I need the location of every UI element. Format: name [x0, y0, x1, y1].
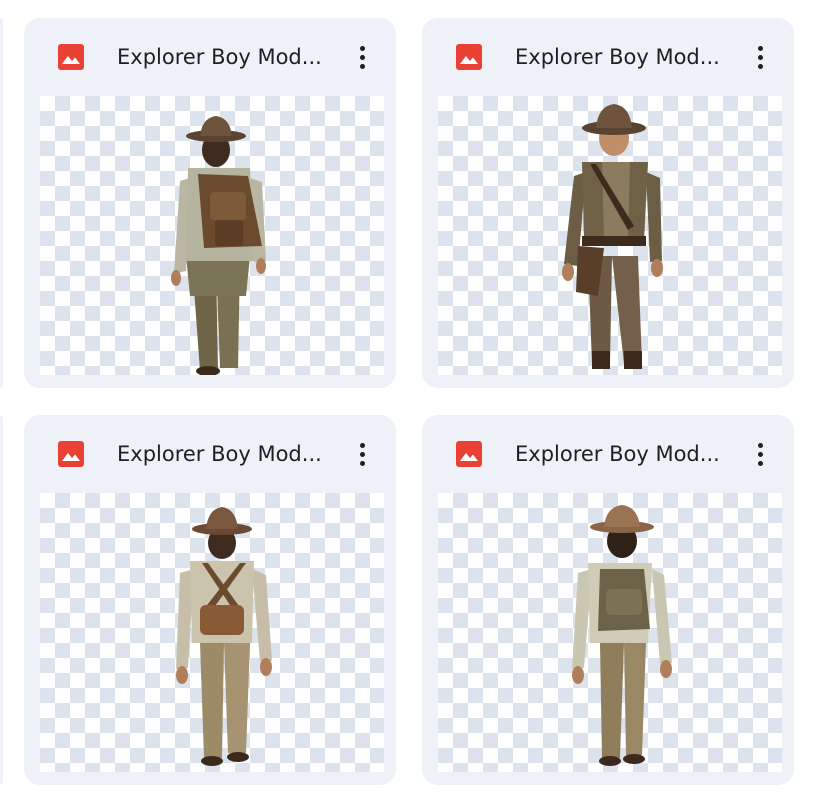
- file-name[interactable]: Explorer Boy Mod...: [117, 44, 327, 70]
- file-card-header[interactable]: Explorer Boy Mod...: [422, 18, 794, 96]
- explorer-boy-back-with-backpack-image: [171, 116, 266, 375]
- file-card[interactable]: Explorer Boy Mod...: [24, 18, 396, 388]
- more-options-icon[interactable]: [350, 42, 374, 72]
- file-card[interactable]: Explorer Boy Mod...: [24, 415, 396, 785]
- explorer-boy-back-walking-backpack-image: [572, 505, 672, 766]
- file-card[interactable]: Explorer Boy Mod...: [422, 18, 794, 388]
- more-options-icon[interactable]: [748, 42, 772, 72]
- partial-card-edge: [0, 18, 3, 388]
- image-file-icon: [58, 44, 84, 70]
- file-card[interactable]: Explorer Boy Mod...: [422, 415, 794, 785]
- more-options-icon[interactable]: [350, 439, 374, 469]
- file-name[interactable]: Explorer Boy Mod...: [117, 441, 327, 467]
- file-name[interactable]: Explorer Boy Mod...: [515, 44, 725, 70]
- file-thumbnail[interactable]: [40, 96, 384, 375]
- file-card-header[interactable]: Explorer Boy Mod...: [24, 18, 396, 96]
- more-options-icon[interactable]: [748, 439, 772, 469]
- partial-card-edge: [0, 415, 3, 785]
- file-thumbnail[interactable]: [438, 96, 782, 375]
- image-file-icon: [456, 441, 482, 467]
- image-file-icon: [58, 441, 84, 467]
- image-file-icon: [456, 44, 482, 70]
- file-name[interactable]: Explorer Boy Mod...: [515, 441, 725, 467]
- file-thumbnail[interactable]: [438, 493, 782, 772]
- explorer-boy-back-with-satchel-image: [176, 507, 272, 766]
- explorer-boy-front-walking-image: [562, 104, 663, 369]
- file-card-header[interactable]: Explorer Boy Mod...: [422, 415, 794, 493]
- file-card-header[interactable]: Explorer Boy Mod...: [24, 415, 396, 493]
- file-thumbnail[interactable]: [40, 493, 384, 772]
